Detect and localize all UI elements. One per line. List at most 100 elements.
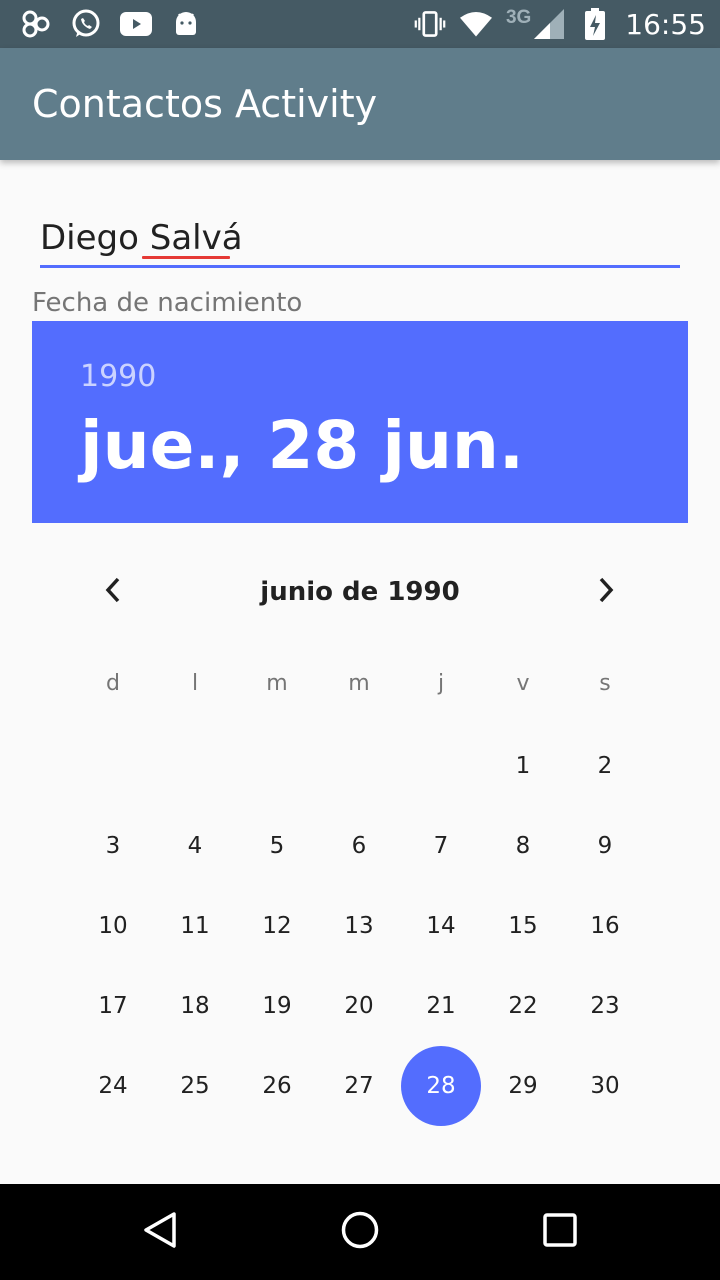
day-cell[interactable]: 10 xyxy=(72,886,154,966)
status-bar: 3G 16:55 xyxy=(0,0,720,48)
calendar-week-row: 10 11 12 13 14 15 16 xyxy=(72,886,646,966)
screen: 3G 16:55 Contactos Activity Diego Salvá … xyxy=(0,0,720,1280)
day-number: 5 xyxy=(269,833,285,859)
empty-day-cell xyxy=(318,726,400,806)
weekday-label: l xyxy=(191,670,199,696)
calendar-week-row: 17 18 19 20 21 22 23 xyxy=(72,966,646,1046)
day-cell[interactable]: 1 xyxy=(482,726,564,806)
next-month-button[interactable] xyxy=(584,570,628,614)
day-cell[interactable]: 14 xyxy=(400,886,482,966)
weekday-header-row: d l m m j v s xyxy=(72,640,646,726)
chevron-right-icon xyxy=(596,576,616,609)
day-number: 9 xyxy=(597,833,613,859)
day-number: 2 xyxy=(597,753,613,779)
system-nav-bar xyxy=(0,1184,720,1280)
recents-square-icon xyxy=(540,1210,580,1255)
day-cell[interactable]: 12 xyxy=(236,886,318,966)
day-number: 13 xyxy=(344,913,374,939)
weekday-label: v xyxy=(516,670,530,696)
day-number: 24 xyxy=(98,1073,128,1099)
day-cell[interactable]: 5 xyxy=(236,806,318,886)
day-number: 15 xyxy=(508,913,538,939)
home-circle-icon xyxy=(340,1210,380,1255)
day-number: 25 xyxy=(180,1073,210,1099)
day-cell[interactable]: 8 xyxy=(482,806,564,886)
recents-button[interactable] xyxy=(536,1208,584,1256)
network-type-label: 3G xyxy=(505,7,532,28)
empty-day-cell xyxy=(72,726,154,806)
day-number: 22 xyxy=(508,993,538,1019)
day-cell[interactable]: 9 xyxy=(564,806,646,886)
app-title: Contactos Activity xyxy=(32,82,378,126)
day-number: 12 xyxy=(262,913,292,939)
name-input[interactable]: Diego Salvá xyxy=(40,218,243,258)
day-cell[interactable]: 2 xyxy=(564,726,646,806)
day-cell[interactable]: 20 xyxy=(318,966,400,1046)
header-year[interactable]: 1990 xyxy=(80,359,156,394)
day-number: 10 xyxy=(98,913,128,939)
day-cell[interactable]: 16 xyxy=(564,886,646,966)
back-button[interactable] xyxy=(136,1208,184,1256)
day-number: 6 xyxy=(351,833,367,859)
day-cell[interactable]: 18 xyxy=(154,966,236,1046)
empty-day-cell xyxy=(400,726,482,806)
day-number: 23 xyxy=(590,993,620,1019)
day-number: 29 xyxy=(508,1073,538,1099)
day-number: 1 xyxy=(515,753,531,779)
day-cell[interactable]: 29 xyxy=(482,1046,564,1126)
calendar-weeks: 1 2 3 4 5 6 7 8 9 10 11 12 13 14 15 16 17 18 19 20 21 22 23 24 2… xyxy=(72,726,646,1126)
day-cell[interactable]: 11 xyxy=(154,886,236,966)
selected-day-cell[interactable]: 28 xyxy=(400,1046,482,1126)
day-cell[interactable]: 21 xyxy=(400,966,482,1046)
day-cell[interactable]: 27 xyxy=(318,1046,400,1126)
day-cell[interactable]: 30 xyxy=(564,1046,646,1126)
day-cell[interactable]: 4 xyxy=(154,806,236,886)
vibrate-icon xyxy=(414,8,446,40)
day-number: 7 xyxy=(433,833,449,859)
birth-date-label: Fecha de nacimiento xyxy=(32,288,303,318)
day-number: 18 xyxy=(180,993,210,1019)
day-number: 30 xyxy=(590,1073,620,1099)
weekday-label: m xyxy=(266,670,288,696)
header-selected-date[interactable]: jue., 28 jun. xyxy=(80,407,524,484)
empty-day-cell xyxy=(154,726,236,806)
day-number: 11 xyxy=(180,913,210,939)
day-cell[interactable]: 23 xyxy=(564,966,646,1046)
day-cell[interactable]: 7 xyxy=(400,806,482,886)
home-button[interactable] xyxy=(336,1208,384,1256)
day-number: 20 xyxy=(344,993,374,1019)
beats-icon xyxy=(20,8,52,40)
day-number: 17 xyxy=(98,993,128,1019)
day-number: 27 xyxy=(344,1073,374,1099)
day-cell[interactable]: 26 xyxy=(236,1046,318,1126)
day-cell[interactable]: 6 xyxy=(318,806,400,886)
day-cell[interactable]: 17 xyxy=(72,966,154,1046)
youtube-icon xyxy=(120,8,152,40)
day-number: 28 xyxy=(426,1073,456,1099)
day-cell[interactable]: 24 xyxy=(72,1046,154,1126)
back-triangle-icon xyxy=(140,1210,180,1255)
calendar-grid: d l m m j v s 1 2 3 4 5 6 7 8 9 10 11 12 13 14 15 16 17 1… xyxy=(72,640,646,1126)
calendar-week-row: 24 25 26 27 28 29 30 xyxy=(72,1046,646,1126)
date-picker-header: 1990 jue., 28 jun. xyxy=(32,321,688,523)
app-bar: Contactos Activity xyxy=(0,48,720,160)
whatsapp-icon xyxy=(70,8,102,40)
calendar-week-row: 12 xyxy=(72,726,646,806)
signal-icon xyxy=(533,8,565,40)
day-number: 26 xyxy=(262,1073,292,1099)
status-clock: 16:55 xyxy=(625,7,706,41)
empty-day-cell xyxy=(236,726,318,806)
battery-charging-icon xyxy=(579,8,611,40)
day-cell[interactable]: 25 xyxy=(154,1046,236,1126)
day-cell[interactable]: 19 xyxy=(236,966,318,1046)
day-cell[interactable]: 3 xyxy=(72,806,154,886)
weekday-label: m xyxy=(348,670,370,696)
day-number: 21 xyxy=(426,993,456,1019)
day-cell[interactable]: 15 xyxy=(482,886,564,966)
spellcheck-underline xyxy=(142,256,230,259)
day-cell[interactable]: 13 xyxy=(318,886,400,966)
day-number: 4 xyxy=(187,833,203,859)
wifi-icon xyxy=(459,8,492,40)
day-cell[interactable]: 22 xyxy=(482,966,564,1046)
day-number: 19 xyxy=(262,993,292,1019)
